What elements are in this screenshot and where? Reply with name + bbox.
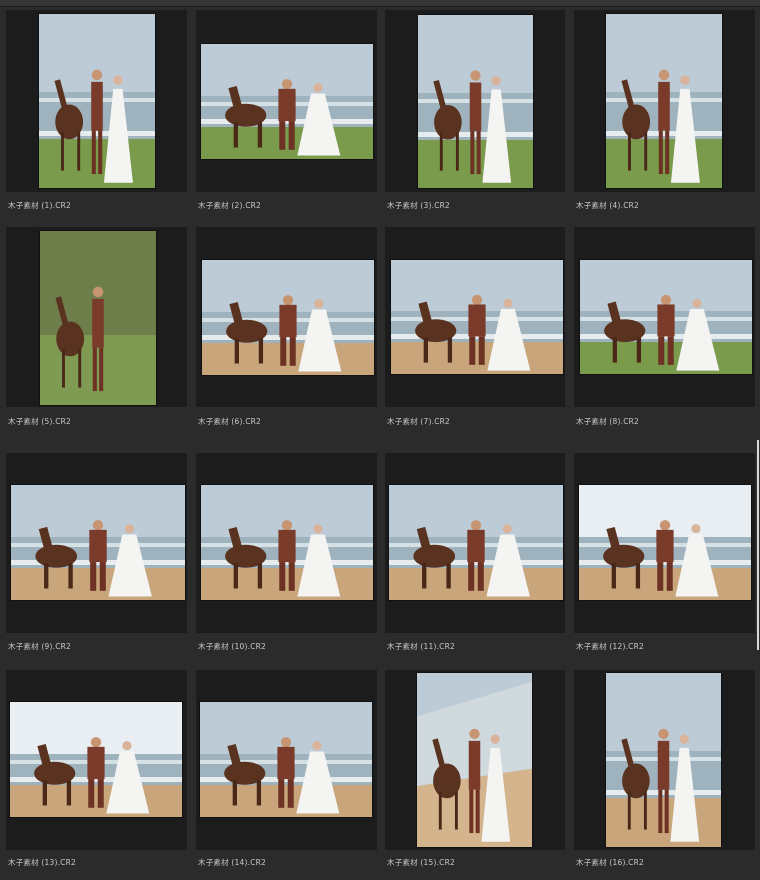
thumbnail-frame[interactable] [6,670,187,850]
thumbnail-frame[interactable] [574,227,755,407]
file-name-label: 木子素材 (15).CR2 [387,858,455,867]
thumbnail-frame[interactable] [196,453,377,633]
file-name-label: 木子素材 (6).CR2 [198,417,262,426]
photo-thumbnail[interactable] [202,260,374,375]
photo-thumbnail[interactable] [40,231,156,405]
photo-thumbnail[interactable] [200,702,372,817]
file-name-label: 木子素材 (16).CR2 [576,858,644,867]
photo-thumbnail[interactable] [579,485,751,600]
file-name-label: 木子素材 (3).CR2 [387,201,451,210]
thumbnail-frame[interactable] [385,227,565,407]
file-name-label: 木子素材 (12).CR2 [576,642,644,651]
file-name-label: 木子素材 (11).CR2 [387,642,455,651]
thumbnail-frame[interactable] [385,453,565,633]
photo-thumbnail[interactable] [201,44,373,159]
file-name-label: 木子素材 (4).CR2 [576,201,640,210]
thumbnail-frame[interactable] [196,10,377,192]
thumbnail-frame[interactable] [574,10,755,192]
thumbnail-frame[interactable] [196,227,377,407]
file-name-label: 木子素材 (9).CR2 [8,642,72,651]
photo-thumbnail[interactable] [11,485,185,600]
thumbnail-frame[interactable] [574,453,755,633]
file-name-label: 木子素材 (5).CR2 [8,417,72,426]
file-name-label: 木子素材 (7).CR2 [387,417,451,426]
photo-thumbnail[interactable] [10,702,182,817]
photo-thumbnail[interactable] [389,485,563,600]
photo-thumbnail[interactable] [391,260,563,374]
file-name-label: 木子素材 (8).CR2 [576,417,640,426]
file-name-label: 木子素材 (1).CR2 [8,201,72,210]
thumbnail-frame[interactable] [574,670,755,850]
thumbnail-frame[interactable] [6,227,187,407]
file-name-label: 木子素材 (10).CR2 [198,642,266,651]
thumbnail-frame[interactable] [6,10,187,192]
thumbnail-frame[interactable] [385,670,565,850]
thumbnail-frame[interactable] [6,453,187,633]
photo-thumbnail[interactable] [417,673,532,847]
file-name-label: 木子素材 (2).CR2 [198,201,262,210]
thumbnail-grid: 木子素材 (1).CR2 木子素材 (2).CR2 木子素材 (3).CR2 木子素材… [0,0,760,880]
photo-thumbnail[interactable] [418,15,533,188]
photo-thumbnail[interactable] [606,14,722,188]
thumbnail-frame[interactable] [196,670,377,850]
file-name-label: 木子素材 (13).CR2 [8,858,76,867]
photo-thumbnail[interactable] [606,673,721,847]
scrollbar-track[interactable] [757,440,759,650]
file-name-label: 木子素材 (14).CR2 [198,858,266,867]
photo-thumbnail[interactable] [201,485,373,600]
thumbnail-frame[interactable] [385,10,565,192]
photo-thumbnail[interactable] [580,260,752,374]
photo-thumbnail[interactable] [39,14,155,188]
